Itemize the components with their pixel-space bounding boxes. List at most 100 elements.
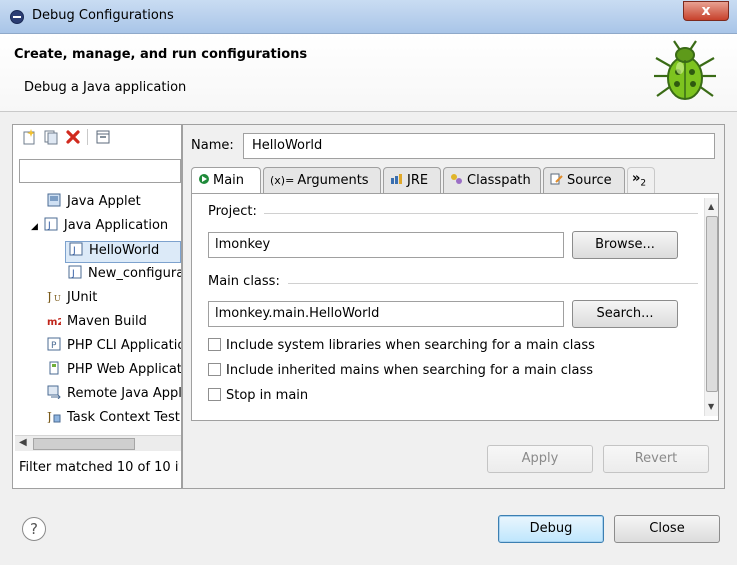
tree-item-junit[interactable]: J U JUnit: [47, 289, 181, 311]
scrollbar-thumb[interactable]: [33, 438, 135, 450]
tab-label: Classpath: [467, 173, 531, 188]
header-banner: Create, manage, and run configurations D…: [0, 34, 737, 112]
checkbox-box[interactable]: [208, 363, 221, 376]
checkbox-box[interactable]: [208, 338, 221, 351]
svg-text:J: J: [72, 246, 76, 256]
scrollbar-thumb[interactable]: [706, 216, 718, 392]
main-class-label: Main class:: [208, 274, 280, 289]
list-toolbar: [21, 129, 171, 149]
checkbox-label: Include inherited mains when searching f…: [226, 363, 594, 378]
task-context-icon: J: [47, 410, 61, 423]
tab-main[interactable]: Main: [191, 167, 261, 194]
revert-button[interactable]: Revert: [603, 445, 709, 473]
delete-config-icon[interactable]: [65, 129, 81, 145]
configuration-editor-panel: Name: HelloWorld Main (x)= Arguments JRE …: [182, 124, 725, 489]
help-icon[interactable]: ?: [22, 517, 46, 541]
browse-button[interactable]: Browse...: [572, 231, 678, 259]
tree-item-label: Task Context Test: [67, 410, 180, 425]
tree-item-java-application[interactable]: ◢ J Java Application: [31, 217, 181, 239]
maven-icon: m2: [47, 317, 61, 327]
checkbox-box[interactable]: [208, 388, 221, 401]
tree-item-helloworld[interactable]: J HelloWorld: [65, 241, 181, 263]
project-label: Project:: [208, 204, 257, 219]
java-application-icon: J: [44, 217, 58, 231]
title-bar: Debug Configurations x: [0, 0, 737, 34]
tab-jre[interactable]: JRE: [383, 167, 441, 193]
name-input[interactable]: HelloWorld: [243, 133, 715, 159]
classpath-icon: [451, 174, 462, 184]
tab-label: JRE: [407, 173, 429, 188]
tree-item-java-applet[interactable]: Java Applet: [47, 193, 181, 215]
java-config-icon: J: [68, 265, 82, 279]
apply-button[interactable]: Apply: [487, 445, 593, 473]
tree-horizontal-scrollbar[interactable]: ◀: [15, 435, 181, 451]
tree-item-label: New_configuration: [88, 266, 181, 281]
tree-item-label: PHP CLI Application: [67, 338, 181, 353]
scroll-down-icon[interactable]: ▼: [708, 402, 714, 411]
filter-input[interactable]: [19, 159, 181, 183]
tree-item-label: Java Application: [63, 218, 169, 233]
arguments-icon: (x)=: [270, 174, 295, 187]
group-separator: [288, 283, 698, 284]
tab-arguments[interactable]: (x)= Arguments: [263, 167, 381, 193]
group-separator: [264, 213, 698, 214]
tree-item-label: PHP Web Application: [67, 362, 181, 377]
remote-java-icon: [47, 385, 61, 399]
svg-text:U: U: [54, 294, 61, 303]
scroll-left-icon[interactable]: ◀: [19, 437, 27, 448]
svg-text:J: J: [47, 410, 52, 423]
tab-overflow[interactable]: »2: [627, 167, 655, 193]
configuration-list-panel: Java Applet ◢ J Java Application J HelloWor…: [12, 124, 182, 489]
tree-item-label: HelloWorld: [89, 243, 160, 258]
source-icon: [550, 173, 563, 185]
search-button[interactable]: Search...: [572, 300, 678, 328]
collapse-all-icon[interactable]: [95, 129, 111, 145]
java-config-icon: J: [69, 242, 83, 256]
window-close-button[interactable]: x: [683, 1, 729, 21]
stop-in-main-checkbox[interactable]: Stop in main: [208, 388, 308, 406]
expand-arrow-icon[interactable]: ◢: [31, 222, 38, 232]
tab-vertical-scrollbar[interactable]: ▲ ▼: [704, 198, 718, 416]
eclipse-icon: [10, 10, 24, 24]
tab-label: Arguments: [297, 173, 369, 188]
tree-item-maven-build[interactable]: m2 Maven Build: [47, 313, 181, 335]
duplicate-config-icon[interactable]: [43, 129, 59, 145]
overflow-count: 2: [640, 178, 647, 189]
svg-text:m2: m2: [47, 317, 61, 327]
include-system-libraries-checkbox[interactable]: Include system libraries when searching …: [208, 338, 595, 356]
new-config-icon[interactable]: [21, 129, 37, 145]
tree-item-remote-java[interactable]: Remote Java Application: [47, 385, 181, 407]
toolbar-separator: [87, 129, 88, 145]
debug-bug-icon: [654, 40, 716, 100]
filter-status: Filter matched 10 of 10 items: [19, 460, 179, 475]
main-tab-content: Project: lmonkey Browse... Main class: l…: [191, 193, 719, 421]
main-tab-icon: [199, 174, 209, 184]
banner-subtitle: Debug a Java application: [24, 80, 187, 95]
tree-item-label: Java Applet: [67, 194, 141, 209]
junit-icon: JU: [47, 290, 61, 303]
tab-classpath[interactable]: Classpath: [443, 167, 541, 193]
tree-item-label: Maven Build: [67, 314, 147, 329]
php-web-icon: [49, 361, 59, 375]
name-label: Name:: [191, 138, 234, 153]
tab-label: Source: [567, 173, 612, 188]
config-tabs: Main (x)= Arguments JRE Classpath Source …: [191, 167, 719, 194]
scroll-up-icon[interactable]: ▲: [708, 202, 714, 211]
include-inherited-mains-checkbox[interactable]: Include inherited mains when searching f…: [208, 363, 593, 381]
close-button[interactable]: Close: [614, 515, 720, 543]
tree-item-task-context[interactable]: J Task Context Test: [47, 409, 181, 431]
svg-text:P: P: [51, 341, 57, 351]
tree-item-label: Remote Java Application: [67, 386, 181, 401]
project-input[interactable]: lmonkey: [208, 232, 564, 258]
main-class-input[interactable]: lmonkey.main.HelloWorld: [208, 301, 564, 327]
java-applet-icon: [47, 193, 61, 207]
debug-button[interactable]: Debug: [498, 515, 604, 543]
checkbox-label: Include system libraries when searching …: [226, 338, 595, 353]
tree-item-php-cli[interactable]: P PHP CLI Application: [47, 337, 181, 359]
svg-text:J: J: [47, 221, 51, 231]
tree-item-php-web[interactable]: PHP Web Application: [47, 361, 181, 383]
tab-source[interactable]: Source: [543, 167, 625, 193]
tree-item-new-configuration[interactable]: J New_configuration: [68, 265, 181, 287]
window-title: Debug Configurations: [32, 8, 174, 23]
svg-text:J: J: [71, 269, 75, 279]
